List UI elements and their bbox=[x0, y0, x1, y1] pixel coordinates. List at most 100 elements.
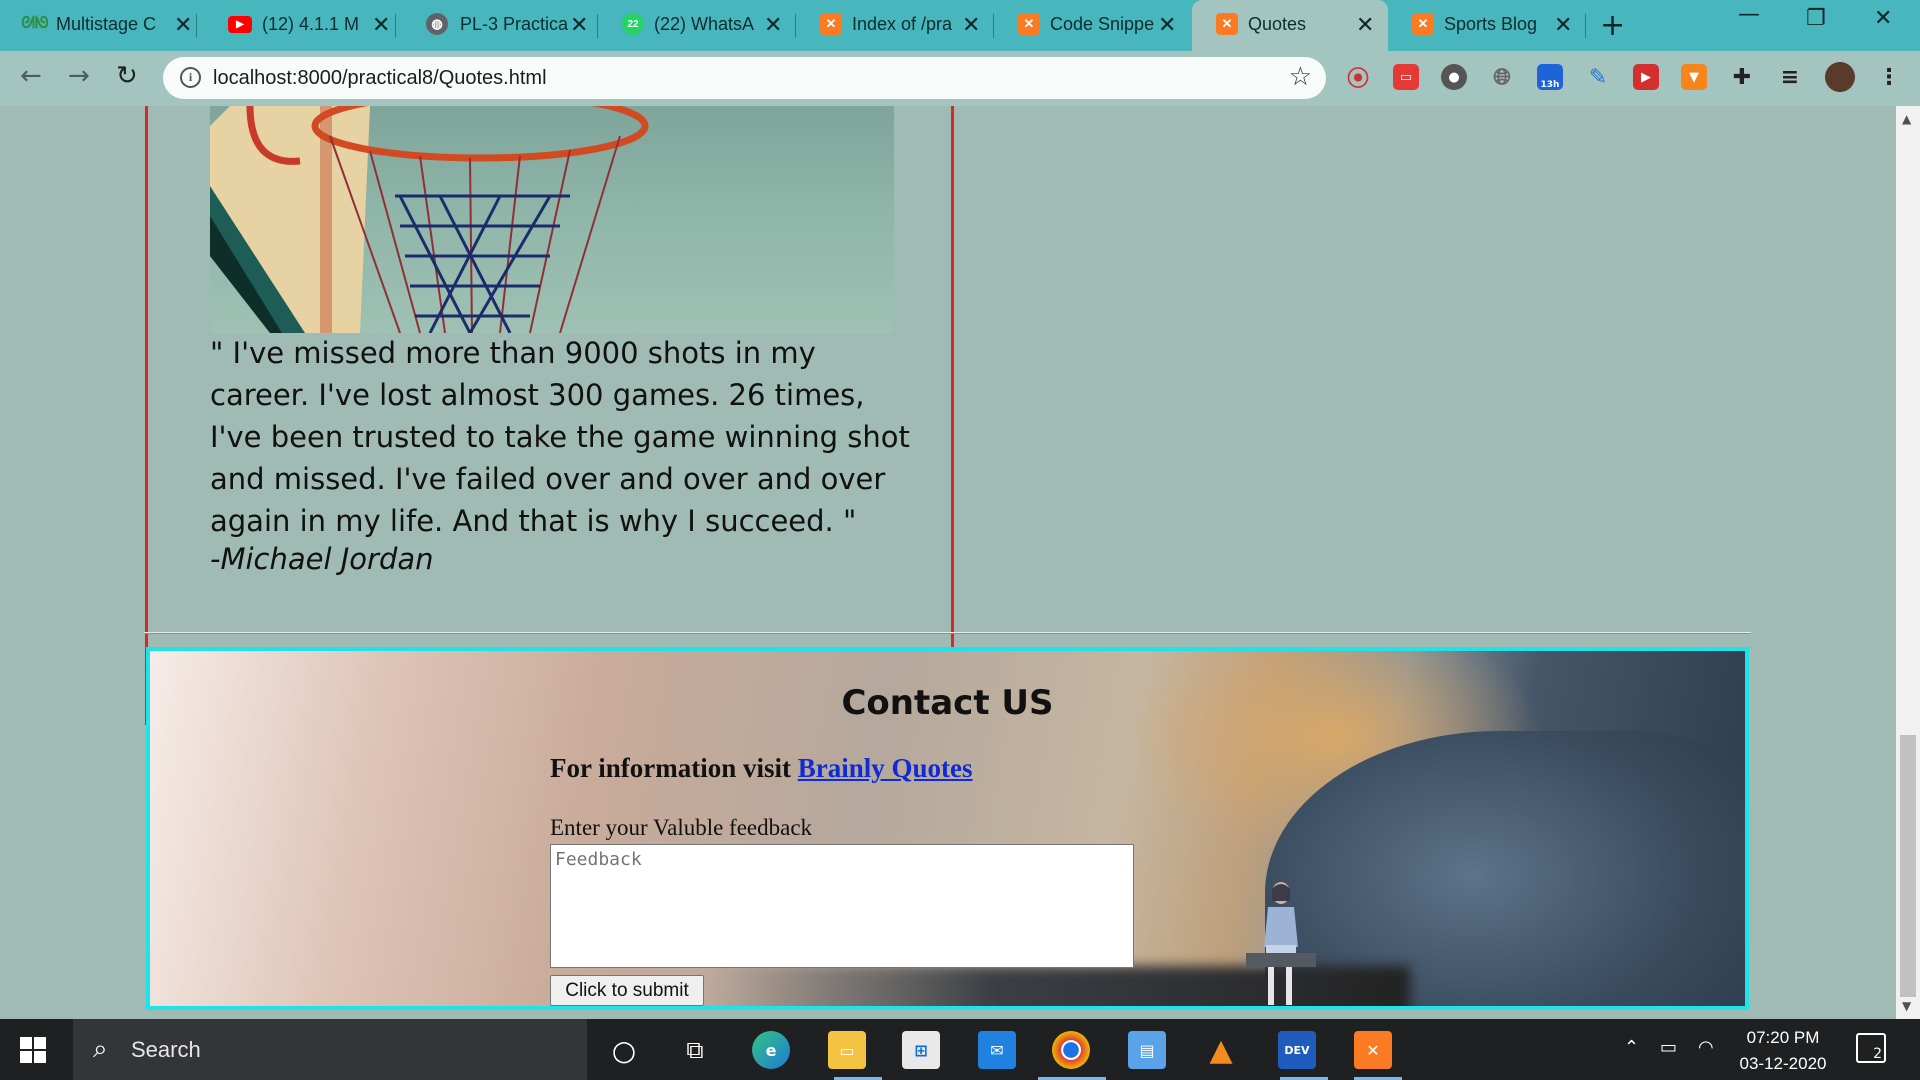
tab-index-of[interactable]: ✕ Index of /pra ✕ bbox=[796, 0, 994, 51]
youtube-icon: ▶ bbox=[228, 16, 252, 33]
close-tab-icon[interactable]: ✕ bbox=[1554, 12, 1572, 38]
globe-icon: ◍ bbox=[426, 13, 448, 35]
close-tab-icon[interactable]: ✕ bbox=[962, 12, 980, 38]
tab-youtube[interactable]: ▶ (12) 4.1.1 M ✕ bbox=[206, 0, 396, 51]
quote-author: -Michael Jordan bbox=[210, 542, 434, 576]
tab-multistage[interactable]: ᘛᘚ Multistage C ✕ bbox=[0, 0, 197, 51]
chevron-up-icon[interactable]: ⌃ bbox=[1624, 1037, 1639, 1058]
close-tab-icon[interactable]: ✕ bbox=[1356, 12, 1374, 38]
site-info-icon[interactable]: i bbox=[180, 67, 201, 88]
search-placeholder: Search bbox=[131, 1037, 201, 1062]
info-prefix: For information visit bbox=[550, 753, 798, 783]
contact-heading: Contact US bbox=[841, 683, 1054, 723]
video-extension-icon[interactable]: ▶ bbox=[1633, 64, 1659, 90]
avatar[interactable] bbox=[1825, 62, 1855, 92]
taskbar-search[interactable]: ⌕ Search bbox=[73, 1019, 587, 1080]
microsoft-store-icon[interactable]: ⊞ bbox=[902, 1031, 940, 1069]
close-tab-icon[interactable]: ✕ bbox=[174, 12, 192, 38]
windows-start-icon[interactable] bbox=[20, 1037, 46, 1063]
notification-center-icon[interactable]: 2 bbox=[1856, 1033, 1886, 1063]
tab-title: (22) WhatsA bbox=[654, 14, 754, 34]
tab-title: Sports Blog bbox=[1444, 14, 1538, 34]
geeksforgeeks-icon: ᘛᘚ bbox=[21, 15, 49, 32]
new-tab-button[interactable]: + bbox=[1600, 8, 1625, 43]
xampp-icon[interactable]: ✕ bbox=[1354, 1031, 1392, 1069]
horizontal-rule bbox=[144, 632, 1751, 634]
cortana-icon[interactable]: ○ bbox=[605, 1031, 643, 1069]
remote-desktop-icon[interactable]: ▤ bbox=[1128, 1031, 1166, 1069]
calendar-extension-icon[interactable]: 13h bbox=[1537, 64, 1563, 90]
contact-section: Contact US For information visit Brainly… bbox=[146, 647, 1749, 1010]
file-explorer-icon[interactable]: ▭ bbox=[828, 1031, 866, 1069]
submit-button[interactable]: Click to submit bbox=[550, 975, 704, 1006]
close-tab-icon[interactable]: ✕ bbox=[1158, 12, 1176, 38]
xampp-icon: ✕ bbox=[1018, 13, 1040, 35]
url-text[interactable]: localhost:8000/practical8/Quotes.html bbox=[213, 67, 547, 90]
battery-icon[interactable]: ▭ bbox=[1660, 1037, 1677, 1058]
xampp-icon: ✕ bbox=[1412, 13, 1434, 35]
tab-title: Multistage C bbox=[56, 14, 157, 34]
vlc-icon[interactable]: ▲ bbox=[1202, 1031, 1240, 1069]
tab-sports-blog[interactable]: ✕ Sports Blog ✕ bbox=[1388, 0, 1586, 51]
brainly-quotes-link[interactable]: Brainly Quotes bbox=[798, 753, 973, 783]
scroll-down-icon[interactable]: ▼ bbox=[1902, 999, 1911, 1013]
system-clock[interactable]: 07:20 PM 03-12-2020 bbox=[1728, 1025, 1838, 1077]
screen-recorder-extension-icon[interactable]: ▭ bbox=[1393, 64, 1419, 90]
bookmark-star-icon[interactable]: ☆ bbox=[1289, 62, 1312, 92]
page-scrollbar[interactable]: ▲ ▼ bbox=[1896, 106, 1920, 1019]
miniature-figurine-image bbox=[1246, 882, 1316, 1005]
tab-code-snippet[interactable]: ✕ Code Snippe ✕ bbox=[994, 0, 1191, 51]
tab-pl3-practical[interactable]: ◍ PL-3 Practica ✕ bbox=[402, 0, 598, 51]
quote-text: " I've missed more than 9000 shots in my… bbox=[210, 336, 910, 538]
kebab-menu-icon[interactable]: ⋮ bbox=[1876, 64, 1902, 90]
restore-icon[interactable]: ❐ bbox=[1806, 6, 1826, 31]
tab-title: Code Snippe bbox=[1050, 14, 1154, 34]
circle-extension-icon[interactable]: ● bbox=[1441, 64, 1467, 90]
close-tab-icon[interactable]: ✕ bbox=[764, 12, 782, 38]
puzzle-extensions-icon[interactable]: ✚ bbox=[1729, 64, 1755, 90]
tab-title: (12) 4.1.1 M bbox=[262, 14, 360, 34]
chrome-icon[interactable] bbox=[1052, 1031, 1090, 1069]
metamask-fox-icon[interactable]: ▼ bbox=[1681, 64, 1707, 90]
page-viewport: " I've missed more than 9000 shots in my… bbox=[0, 106, 1896, 1019]
xampp-icon: ✕ bbox=[1216, 13, 1238, 35]
feather-extension-icon[interactable]: ✎ bbox=[1585, 64, 1611, 90]
close-tab-icon[interactable]: ✕ bbox=[570, 12, 588, 38]
whatsapp-icon: 22 bbox=[622, 13, 644, 35]
tab-title: Index of /pra bbox=[852, 14, 953, 34]
dev-cpp-icon[interactable]: DEV bbox=[1278, 1031, 1316, 1069]
close-window-icon[interactable]: ✕ bbox=[1874, 6, 1892, 31]
tab-quotes[interactable]: ✕ Quotes ✕ bbox=[1192, 0, 1388, 51]
minimize-icon[interactable]: — bbox=[1738, 2, 1760, 27]
wifi-icon[interactable]: ◠ bbox=[1698, 1037, 1714, 1058]
info-line: For information visit Brainly Quotes bbox=[550, 753, 973, 784]
tab-strip: ᘛᘚ Multistage C ✕ ▶ (12) 4.1.1 M ✕ ◍ PL-… bbox=[0, 0, 1920, 51]
scroll-up-icon[interactable]: ▲ bbox=[1902, 112, 1911, 126]
tab-separator bbox=[196, 14, 197, 38]
tab-whatsapp[interactable]: 22 (22) WhatsA ✕ bbox=[598, 0, 796, 51]
back-arrow-icon[interactable]: ← bbox=[20, 61, 42, 91]
tab-title: Quotes bbox=[1248, 14, 1307, 34]
clock-time: 07:20 PM bbox=[1746, 1028, 1820, 1047]
media-control-icon[interactable]: ≡ bbox=[1777, 64, 1803, 90]
mail-icon[interactable]: ✉ bbox=[978, 1031, 1016, 1069]
tab-title: PL-3 Practica bbox=[460, 14, 569, 34]
wifi-extension-icon[interactable]: ⦿ bbox=[1345, 64, 1371, 92]
browser-toolbar: ← → ↻ i localhost:8000/practical8/Quotes… bbox=[0, 51, 1920, 106]
reload-icon[interactable]: ↻ bbox=[116, 61, 138, 91]
edge-browser-icon[interactable]: e bbox=[752, 1031, 790, 1069]
feedback-label: Enter your Valuble feedback bbox=[550, 815, 813, 840]
close-tab-icon[interactable]: ✕ bbox=[372, 12, 390, 38]
xampp-icon: ✕ bbox=[820, 13, 842, 35]
task-view-icon[interactable]: ⧉ bbox=[676, 1031, 714, 1069]
globe-extension-icon[interactable]: 🌐︎ bbox=[1489, 64, 1515, 90]
tab-separator bbox=[395, 14, 396, 38]
tab-separator bbox=[1585, 14, 1586, 38]
forward-arrow-icon[interactable]: → bbox=[68, 61, 90, 91]
basketball-hoop-image bbox=[210, 106, 894, 333]
clock-date: 03-12-2020 bbox=[1739, 1054, 1827, 1073]
search-icon: ⌕ bbox=[93, 1034, 108, 1064]
scrollbar-thumb[interactable] bbox=[1900, 735, 1916, 997]
feedback-textarea[interactable] bbox=[550, 844, 1134, 968]
address-bar[interactable]: i localhost:8000/practical8/Quotes.html … bbox=[163, 57, 1326, 99]
